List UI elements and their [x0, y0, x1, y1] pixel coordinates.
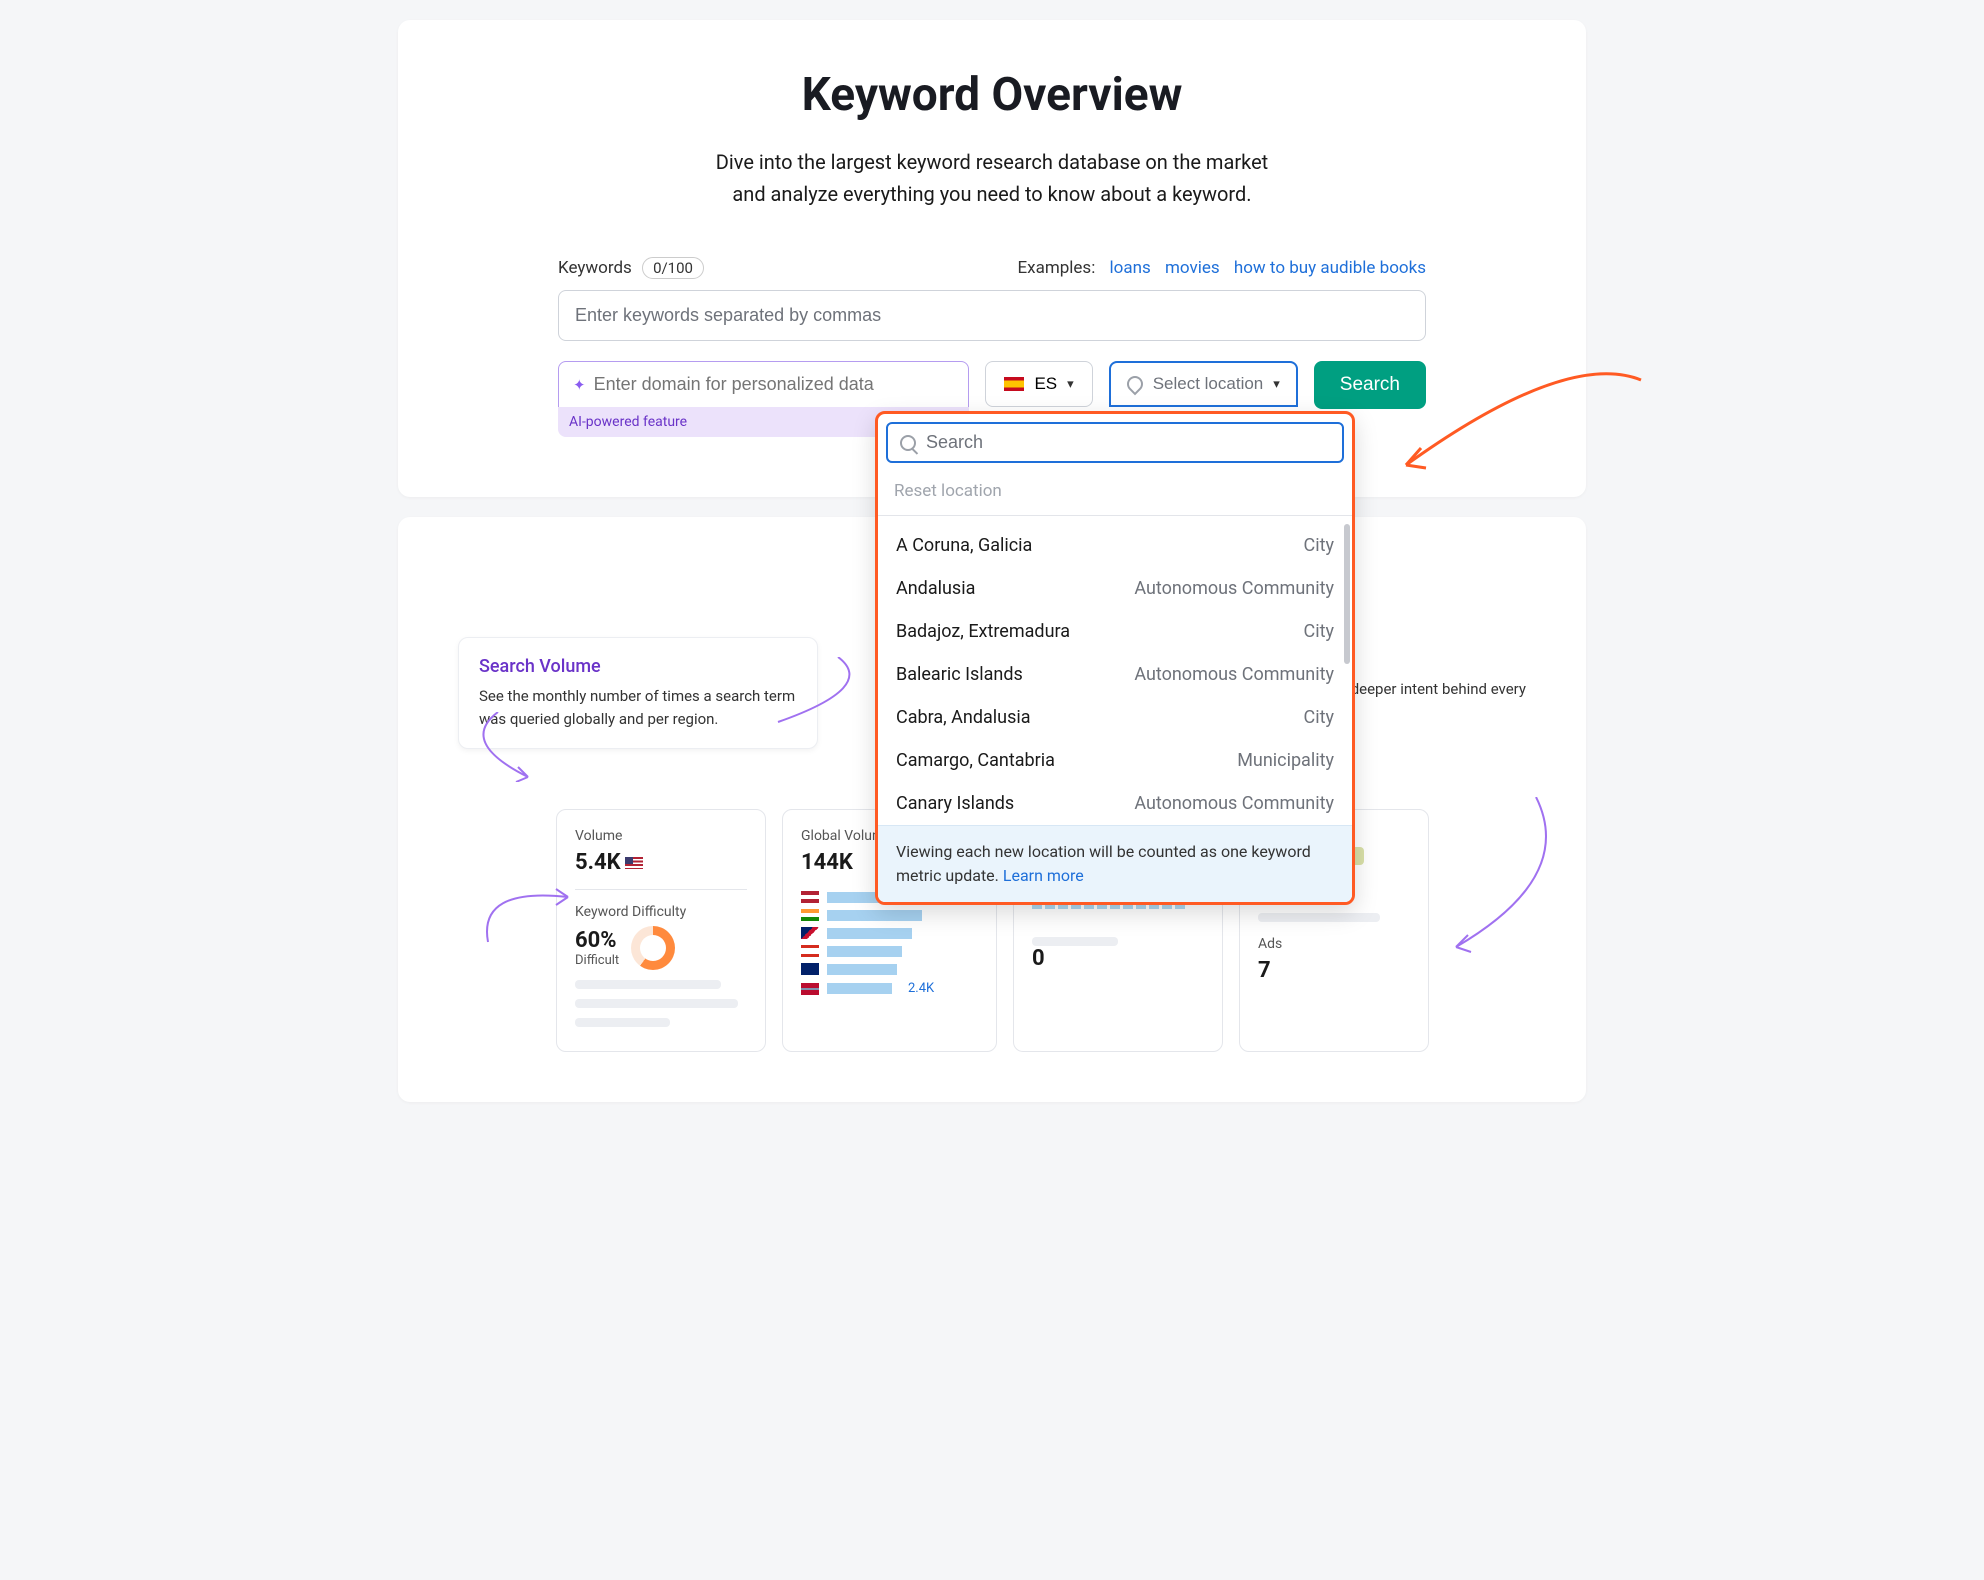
examples-label: Examples:	[1017, 258, 1095, 278]
kd-value: 60%	[575, 928, 619, 953]
search-button[interactable]: Search	[1314, 361, 1426, 409]
benefit-text-fragment: deeper intent behind every	[1351, 680, 1526, 698]
scrollbar-thumb[interactable]	[1344, 524, 1350, 664]
flag-au-icon	[801, 963, 819, 975]
location-selector[interactable]: Select location ▾	[1109, 361, 1298, 407]
flag-us-icon	[801, 891, 819, 903]
sparkle-icon: ✦	[573, 376, 586, 394]
chevron-down-icon: ▾	[1273, 376, 1280, 392]
reset-location-button[interactable]: Reset location	[878, 471, 1352, 515]
flag-us-icon	[625, 857, 643, 869]
location-pin-icon	[1123, 373, 1146, 396]
location-option[interactable]: Badajoz, ExtremaduraCity	[878, 610, 1352, 653]
keywords-input[interactable]	[558, 290, 1426, 341]
page-subtitle: Dive into the largest keyword research d…	[558, 146, 1426, 210]
benefit-body: See the monthly number of times a search…	[479, 685, 797, 730]
page-title: Keyword Overview	[558, 68, 1426, 122]
example-link[interactable]: movies	[1165, 258, 1220, 278]
country-selector[interactable]: ES ▾	[985, 361, 1092, 407]
flag-es-icon	[1004, 377, 1024, 391]
keyword-overview-card: Keyword Overview Dive into the largest k…	[398, 20, 1586, 497]
location-option[interactable]: AndalusiaAutonomous Community	[878, 567, 1352, 610]
location-option[interactable]: Cabra, AndalusiaCity	[878, 696, 1352, 739]
kd-note: Difficult	[575, 953, 619, 968]
ads-value: 7	[1258, 958, 1410, 983]
flag-gb-icon	[801, 927, 819, 939]
chevron-down-icon: ▾	[1067, 376, 1074, 392]
location-option[interactable]: Canary IslandsAutonomous Community	[878, 782, 1352, 825]
flag-ca-icon	[801, 945, 819, 957]
dropdown-note: Viewing each new location will be counte…	[878, 825, 1352, 902]
volume-card: Volume 5.4K Keyword Difficulty 60% Diffi…	[556, 809, 766, 1052]
benefit-title: Search Volume	[479, 656, 797, 677]
location-dropdown: Reset location A Coruna, GaliciaCity And…	[875, 411, 1355, 905]
results-value: 0	[1032, 946, 1204, 971]
location-option[interactable]: A Coruna, GaliciaCity	[878, 524, 1352, 567]
kd-donut-icon	[631, 926, 675, 970]
flag-in-icon	[801, 909, 819, 921]
kd-label: Keyword Difficulty	[575, 904, 747, 920]
example-link[interactable]: loans	[1110, 258, 1151, 278]
domain-input[interactable]: ✦	[558, 361, 969, 408]
keywords-label: Keywords	[558, 258, 632, 278]
ads-label: Ads	[1258, 936, 1410, 952]
location-search-input[interactable]	[926, 432, 1330, 453]
example-link[interactable]: how to buy audible books	[1234, 258, 1426, 278]
location-option[interactable]: Camargo, CantabriaMunicipality	[878, 739, 1352, 782]
flag-no-icon	[801, 983, 819, 995]
volume-label: Volume	[575, 828, 747, 844]
bar-value: 2.4K	[908, 981, 934, 996]
search-icon	[900, 435, 916, 451]
volume-value: 5.4K	[575, 850, 747, 875]
benefit-search-volume: Search Volume See the monthly number of …	[458, 637, 818, 749]
location-option[interactable]: Balearic IslandsAutonomous Community	[878, 653, 1352, 696]
location-list[interactable]: A Coruna, GaliciaCity AndalusiaAutonomou…	[878, 515, 1352, 825]
keywords-counter: 0/100	[642, 257, 704, 279]
learn-more-link[interactable]: Learn more	[1003, 866, 1084, 885]
